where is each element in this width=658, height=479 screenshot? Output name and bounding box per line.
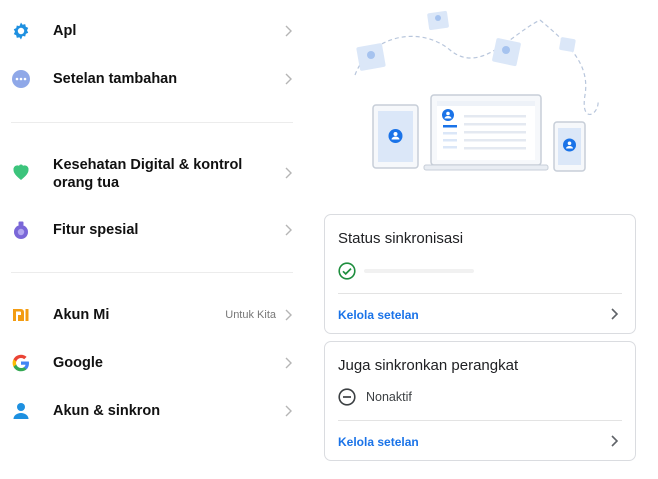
device-sync-card: Juga sinkronkan perangkat Nonaktif Kelol… (324, 341, 636, 461)
settings-item-additional[interactable]: Setelan tambahan (0, 68, 300, 90)
chevron-right-icon (285, 25, 292, 37)
chevron-right-icon (285, 73, 292, 85)
settings-item-label: Fitur spesial (53, 222, 139, 238)
settings-item-digital-wellbeing[interactable]: Kesehatan Digital & kontrol orang tua (0, 154, 300, 192)
sync-status-title: Status sinkronisasi (338, 230, 464, 247)
floating-profile-card (559, 37, 576, 52)
mi-account-value: Untuk Kita (225, 309, 276, 321)
section-divider (11, 122, 293, 123)
chevron-right-icon[interactable] (609, 307, 619, 321)
chevron-right-icon[interactable] (609, 434, 619, 448)
digital-wellbeing-icon (11, 163, 31, 183)
account-icon (11, 401, 31, 421)
sync-devices-illustration (354, 10, 599, 172)
chevron-right-icon (285, 357, 292, 369)
more-dots-icon (11, 69, 31, 89)
settings-item-label: Setelan tambahan (53, 71, 178, 87)
sync-status-row (338, 262, 474, 280)
chevron-right-icon (285, 405, 292, 417)
laptop-device (423, 94, 549, 171)
settings-item-label: Apl (53, 23, 77, 39)
tablet-device (372, 104, 419, 169)
floating-profile-card (356, 43, 386, 71)
chevron-right-icon (285, 309, 292, 321)
device-sync-title: Juga sinkronkan perangkat (338, 357, 519, 374)
google-icon (11, 353, 31, 373)
card-divider (338, 293, 622, 294)
section-divider (11, 272, 293, 273)
settings-item-google[interactable]: Google (0, 352, 300, 374)
settings-list: Apl Setelan tambahan Kesehatan Digital &… (0, 0, 310, 479)
chevron-right-icon (285, 224, 292, 236)
chevron-right-icon (285, 167, 292, 179)
device-sync-status-row: Nonaktif (338, 388, 412, 406)
settings-item-accounts-sync[interactable]: Akun & sinkron (0, 400, 300, 422)
special-features-icon (11, 220, 31, 240)
gear-icon (11, 21, 31, 41)
settings-item-label: Google (53, 355, 103, 371)
device-sync-status: Nonaktif (366, 390, 412, 404)
sync-status-card: Status sinkronisasi Kelola setelan (324, 214, 636, 334)
floating-profile-card (492, 38, 521, 67)
manage-settings-link[interactable]: Kelola setelan (338, 308, 419, 322)
mi-logo-icon (11, 305, 31, 325)
phone-device (553, 121, 586, 172)
settings-item-label: Akun & sinkron (53, 403, 161, 419)
minus-circle-icon (338, 388, 356, 406)
settings-item-mi-account[interactable]: Akun Mi Untuk Kita (0, 304, 300, 326)
settings-item-label: Akun Mi (53, 307, 110, 323)
settings-item-label: Kesehatan Digital & kontrol orang tua (53, 157, 243, 191)
floating-profile-card (427, 10, 449, 31)
sync-status-detail-placeholder (364, 269, 474, 273)
check-circle-icon (338, 262, 356, 280)
settings-item-special-features[interactable]: Fitur spesial (0, 219, 300, 241)
card-divider (338, 420, 622, 421)
manage-settings-link[interactable]: Kelola setelan (338, 435, 419, 449)
settings-item-apps[interactable]: Apl (0, 20, 300, 42)
